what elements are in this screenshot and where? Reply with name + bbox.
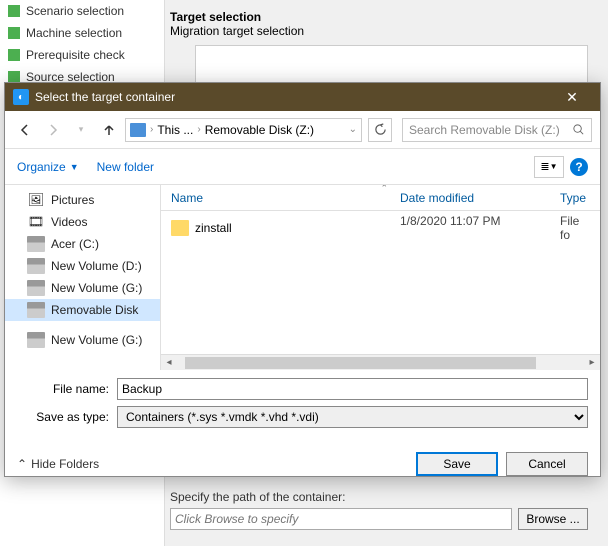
file-row[interactable]: zinstall 1/8/2020 11:07 PM File fo [161, 211, 600, 245]
help-icon[interactable]: ? [570, 158, 588, 176]
horizontal-scrollbar[interactable]: ◂ ▸ [161, 354, 600, 370]
scroll-left-icon[interactable]: ◂ [161, 357, 177, 368]
drive-icon [27, 280, 45, 296]
tree-item-videos[interactable]: Videos [5, 211, 160, 233]
crumb-thispc[interactable]: This ... [157, 123, 193, 137]
col-name[interactable]: Name⌃ [161, 185, 390, 210]
toolbar: Organize▼ New folder ≣ ▼ ? [5, 149, 600, 185]
filename-label: File name: [17, 382, 117, 396]
save-dialog: ◐ Select the target container ✕ ▾ › This… [4, 82, 601, 477]
col-type[interactable]: Type [550, 185, 600, 210]
tree-item-drive-c[interactable]: Acer (C:) [5, 233, 160, 255]
saveas-label: Save as type: [17, 410, 117, 424]
organize-menu[interactable]: Organize▼ [17, 160, 79, 174]
dialog-title: Select the target container [35, 90, 175, 104]
titlebar: ◐ Select the target container ✕ [5, 83, 600, 111]
filename-input[interactable] [117, 378, 588, 400]
wizard-step: Prerequisite check [0, 44, 164, 66]
tree-item-drive-g[interactable]: New Volume (G:) [5, 277, 160, 299]
up-button[interactable] [97, 118, 121, 142]
drive-icon [27, 332, 45, 348]
crumb-drive[interactable]: Removable Disk (Z:) [205, 123, 314, 137]
scroll-thumb[interactable] [185, 357, 536, 369]
path-input[interactable] [170, 508, 512, 530]
videos-icon [27, 214, 45, 230]
folder-icon [171, 220, 189, 236]
pc-icon [130, 123, 146, 137]
wizard-step: Scenario selection [0, 0, 164, 22]
address-bar[interactable]: › This ... › Removable Disk (Z:) ⌄ [125, 118, 362, 142]
chevron-up-icon: ⌃ [17, 457, 27, 471]
back-button[interactable] [13, 118, 37, 142]
hide-folders-toggle[interactable]: ⌃Hide Folders [17, 457, 99, 471]
cancel-button[interactable]: Cancel [506, 452, 588, 476]
chevron-down-icon: ▼ [70, 162, 79, 172]
scroll-right-icon[interactable]: ▸ [584, 357, 600, 368]
path-label: Specify the path of the container: [170, 490, 588, 504]
pictures-icon [27, 192, 45, 208]
drive-icon [27, 302, 45, 318]
refresh-button[interactable] [368, 118, 392, 142]
save-button[interactable]: Save [416, 452, 498, 476]
sort-asc-icon: ⌃ [381, 185, 389, 194]
tree-item-drive-g2[interactable]: New Volume (G:) [5, 329, 160, 351]
saveas-select[interactable]: Containers (*.sys *.vmdk *.vhd *.vdi) [117, 406, 588, 428]
recent-dropdown[interactable]: ▾ [69, 118, 93, 142]
browse-button[interactable]: Browse ... [518, 508, 588, 530]
wizard-heading: Target selection Migration target select… [170, 10, 304, 38]
wizard-step: Machine selection [0, 22, 164, 44]
tree-item-drive-d[interactable]: New Volume (D:) [5, 255, 160, 277]
app-icon: ◐ [13, 89, 29, 105]
forward-button[interactable] [41, 118, 65, 142]
drive-icon [27, 258, 45, 274]
search-input[interactable]: Search Removable Disk (Z:) [402, 118, 592, 142]
folder-tree: Pictures Videos Acer (C:) New Volume (D:… [5, 185, 160, 370]
chevron-right-icon: › [197, 124, 200, 135]
search-icon [572, 123, 585, 136]
col-date[interactable]: Date modified [390, 185, 550, 210]
nav-bar: ▾ › This ... › Removable Disk (Z:) ⌄ Sea… [5, 111, 600, 149]
container-path-section: Specify the path of the container: Brows… [170, 490, 588, 530]
file-list: Name⌃ Date modified Type zinstall 1/8/20… [160, 185, 600, 370]
tree-item-pictures[interactable]: Pictures [5, 189, 160, 211]
close-button[interactable]: ✕ [552, 83, 592, 111]
tree-item-removable[interactable]: Removable Disk [5, 299, 160, 321]
view-options-button[interactable]: ≣ ▼ [534, 156, 564, 178]
chevron-down-icon[interactable]: ⌄ [349, 124, 357, 135]
chevron-right-icon: › [150, 124, 153, 135]
drive-icon [27, 236, 45, 252]
new-folder-button[interactable]: New folder [97, 160, 154, 174]
